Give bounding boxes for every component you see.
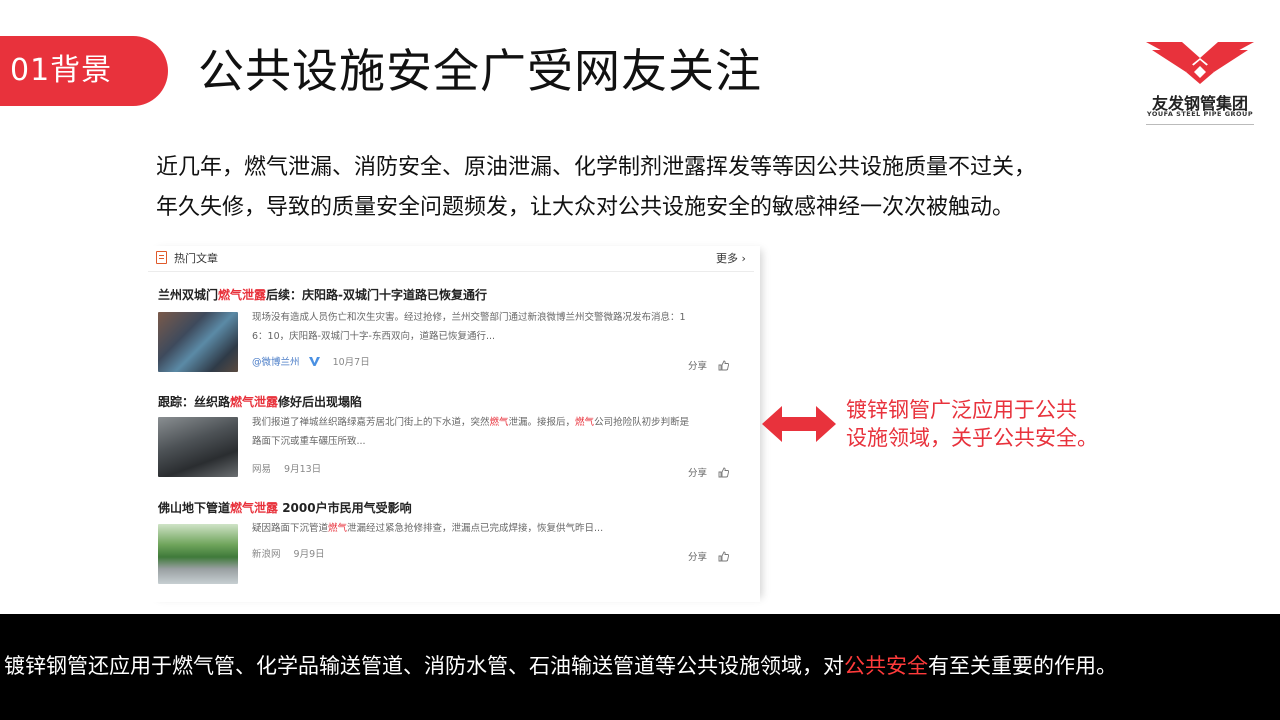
article-thumbnail[interactable]	[158, 524, 238, 584]
share-button[interactable]: 分享	[688, 358, 730, 372]
article-item[interactable]: 佛山地下管道燃气泄露 2000户市民用气受影响 疑因路面下沉管道燃气泄漏经过紧急…	[148, 499, 754, 599]
hot-articles-icon	[156, 251, 167, 264]
section-tag: 01背景	[0, 36, 168, 106]
logo-subtitle: YOUFA STEEL PIPE GROUP	[1146, 110, 1254, 118]
double-arrow-icon	[762, 406, 836, 442]
footer-highlight: 公共安全	[844, 654, 928, 678]
logo-underline	[1146, 124, 1254, 125]
news-panel: 热门文章 更多 › 兰州双城门燃气泄露后续：庆阳路-双城门十字道路已恢复通行 现…	[148, 246, 760, 602]
article-date: 9月13日	[284, 464, 322, 475]
thumbs-up-icon[interactable]	[718, 467, 730, 478]
logo-emblem-icon	[1146, 42, 1254, 84]
news-header-label: 热门文章	[174, 252, 218, 265]
article-item[interactable]: 兰州双城门燃气泄露后续：庆阳路-双城门十字道路已恢复通行 现场没有造成人员伤亡和…	[148, 286, 754, 386]
article-meta: @微博兰州 10月7日	[252, 354, 370, 368]
article-summary: 我们报道了禅城丝织路绿嘉芳居北门街上的下水道，突然燃气泄漏。接报后，燃气公司抢险…	[252, 417, 690, 447]
article-item[interactable]: 跟踪：丝织路燃气泄露修好后出现塌陷 我们报道了禅城丝织路绿嘉芳居北门街上的下水道…	[148, 393, 754, 493]
verified-v-icon	[308, 357, 320, 366]
article-thumbnail[interactable]	[158, 312, 238, 372]
news-header: 热门文章 更多 ›	[148, 246, 754, 272]
article-summary: 疑因路面下沉管道燃气泄漏经过紧急抢修排查，泄漏点已完成焊接，恢复供气昨日...	[252, 523, 604, 534]
article-date: 9月9日	[293, 549, 325, 560]
thumbs-up-icon[interactable]	[718, 360, 730, 371]
chevron-right-icon: ›	[741, 252, 746, 265]
article-meta: 网易 9月13日	[252, 461, 321, 475]
article-title[interactable]: 佛山地下管道燃气泄露 2000户市民用气受影响	[158, 499, 412, 516]
share-button[interactable]: 分享	[688, 549, 730, 563]
footer-text: 镀锌钢管还应用于燃气管、化学品输送管道、消防水管、石油输送管道等公共设施领域，对…	[4, 654, 1117, 678]
more-link[interactable]: 更多 ›	[716, 250, 746, 266]
article-title[interactable]: 兰州双城门燃气泄露后续：庆阳路-双城门十字道路已恢复通行	[158, 286, 487, 303]
footer-bar: 镀锌钢管还应用于燃气管、化学品输送管道、消防水管、石油输送管道等公共设施领域，对…	[0, 614, 1280, 720]
article-date: 10月7日	[332, 357, 370, 368]
share-button[interactable]: 分享	[688, 465, 730, 479]
page-title: 公共设施安全广受网友关注	[198, 44, 762, 98]
article-source[interactable]: 新浪网	[252, 549, 281, 560]
article-meta: 新浪网 9月9日	[252, 546, 325, 560]
intro-line-1: 近几年，燃气泄漏、消防安全、原油泄漏、化学制剂泄露挥发等等因公共设施质量不过关，	[156, 155, 1037, 180]
article-source[interactable]: @微博兰州	[252, 357, 300, 368]
thumbs-up-icon[interactable]	[718, 551, 730, 562]
callout-text: 镀锌钢管广泛应用于公共 设施领域，关乎公共安全。	[846, 398, 1098, 450]
company-logo: 友发钢管集团 YOUFA STEEL PIPE GROUP	[1142, 38, 1258, 134]
article-title[interactable]: 跟踪：丝织路燃气泄露修好后出现塌陷	[158, 393, 362, 410]
article-thumbnail[interactable]	[158, 417, 238, 477]
intro-line-2: 年久失修，导致的质量安全问题频发，让大众对公共设施安全的敏感神经一次次被触动。	[156, 195, 1015, 220]
intro-paragraph: 近几年，燃气泄漏、消防安全、原油泄漏、化学制剂泄露挥发等等因公共设施质量不过关，…	[156, 148, 1136, 228]
article-source[interactable]: 网易	[252, 464, 271, 475]
more-label[interactable]: 更多	[716, 252, 738, 265]
article-summary: 现场没有造成人员伤亡和次生灾害。经过抢修，兰州交警部门通过新浪微博兰州交警微路况…	[252, 312, 686, 342]
